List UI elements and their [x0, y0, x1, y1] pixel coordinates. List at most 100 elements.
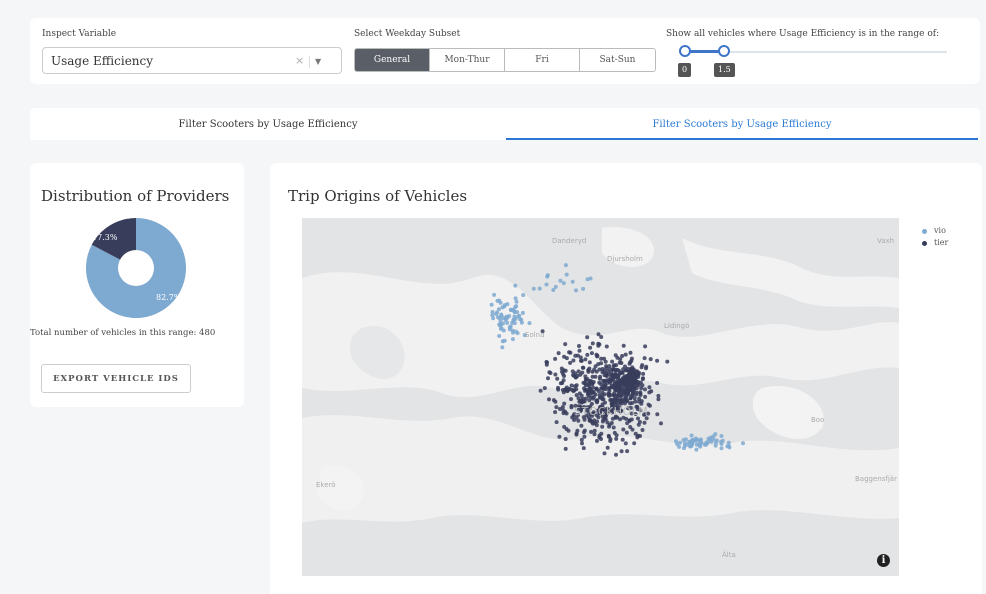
tab-filter-scooters-1[interactable]: Filter Scooters by Usage Efficiency: [30, 108, 506, 140]
trip-origin-point: [562, 401, 567, 406]
trip-origin-point: [681, 438, 686, 442]
trip-origin-point: [569, 397, 573, 402]
trip-origin-point: [609, 370, 614, 375]
trip-origin-point: [623, 441, 628, 446]
trip-origin-point: [545, 273, 550, 278]
trip-origin-point: [579, 393, 584, 398]
trip-origin-point: [711, 437, 716, 442]
trip-origin-point: [562, 374, 566, 378]
trip-origin-point: [639, 399, 644, 404]
trip-origin-point: [640, 377, 645, 381]
trip-origin-point: [557, 434, 562, 439]
trip-origin-point: [647, 385, 652, 390]
trip-origin-point: [538, 388, 543, 393]
info-icon[interactable]: i: [877, 554, 890, 567]
trip-origin-point: [601, 384, 606, 389]
trip-origin-point: [563, 446, 568, 451]
trip-origin-point: [588, 386, 593, 391]
trip-origin-point: [597, 367, 602, 372]
trip-origin-point: [623, 368, 628, 373]
trip-origin-point: [607, 379, 612, 384]
tab-filter-scooters-2[interactable]: Filter Scooters by Usage Efficiency: [506, 108, 978, 140]
trip-origin-point: [590, 421, 595, 426]
trip-origin-point: [560, 369, 564, 374]
weekday-option-fri[interactable]: Fri: [505, 49, 580, 71]
trip-origin-point: [553, 356, 558, 361]
trip-origin-point: [569, 405, 574, 410]
weekday-option-general[interactable]: General: [355, 49, 430, 71]
export-vehicle-ids-button[interactable]: EXPORT VEHICLE IDS: [41, 364, 191, 393]
trip-origin-point: [612, 391, 617, 396]
trip-origin-point: [551, 398, 556, 403]
trip-origin-point: [514, 304, 519, 309]
trip-origin-point: [581, 286, 586, 291]
inspect-variable-label: Inspect Variable: [42, 29, 117, 39]
map-label-danderyd: Danderyd: [552, 237, 587, 245]
trip-origin-point: [639, 365, 644, 370]
weekday-option-sat-sun[interactable]: Sat-Sun: [580, 49, 655, 71]
trip-origin-point: [516, 314, 521, 319]
trip-origin-point: [628, 350, 633, 355]
inspect-variable-select[interactable]: Usage Efficiency × ▼: [42, 47, 342, 74]
trip-origin-point: [632, 441, 637, 446]
trip-origin-point: [635, 435, 640, 440]
legend-dot-vio: [922, 229, 927, 234]
provider-distribution-card: Distribution of Providers 17.3% 82.7% To…: [30, 163, 244, 407]
trip-origin-point: [586, 394, 591, 399]
weekday-option-mon-thur[interactable]: Mon-Thur: [430, 49, 505, 71]
trip-origin-point: [690, 439, 695, 444]
trip-origin-point: [590, 341, 595, 346]
trip-origin-point: [492, 292, 497, 297]
trip-origin-point: [674, 439, 678, 444]
legend-item-vio[interactable]: vio: [920, 225, 948, 237]
chevron-down-icon[interactable]: ▼: [309, 56, 327, 68]
trip-origin-point: [531, 286, 536, 291]
trip-origin-point: [503, 318, 508, 323]
trip-origin-point: [599, 431, 604, 436]
trip-origin-point: [699, 437, 703, 442]
trip-origin-point: [585, 352, 590, 357]
tab-bar: Filter Scooters by Usage Efficiency Filt…: [30, 108, 980, 140]
clear-icon[interactable]: ×: [295, 54, 304, 67]
trip-origin-point: [546, 376, 550, 381]
trip-origin-point: [655, 358, 660, 363]
trip-origin-point: [565, 388, 570, 393]
legend-label-vio: vio: [934, 226, 946, 235]
trip-origin-point: [621, 343, 626, 348]
trip-origin-point: [489, 302, 494, 307]
trip-origin-point: [714, 438, 719, 443]
trip-origin-point: [629, 417, 634, 422]
trip-origin-point: [582, 434, 587, 439]
trip-origin-point: [593, 374, 598, 379]
donut-hole: [118, 250, 154, 286]
trip-origin-point: [697, 442, 701, 447]
trip-origin-point: [556, 351, 561, 356]
trip-origin-point: [600, 424, 605, 429]
trip-origins-map[interactable]: Danderyd Djursholm Vaxh Solna Lidingö ST…: [302, 218, 899, 576]
trip-origin-point: [625, 449, 630, 454]
trip-origin-point: [633, 431, 638, 436]
trip-origin-point: [625, 385, 630, 390]
trip-origin-point: [563, 437, 568, 441]
range-slider-max-handle[interactable]: [718, 45, 730, 57]
range-slider-min-handle[interactable]: [679, 45, 691, 57]
trip-origin-point: [585, 335, 590, 340]
trip-origin-point: [553, 372, 558, 377]
map-legend: vio tier: [920, 225, 948, 249]
trip-origin-point: [641, 371, 646, 376]
trip-origin-point: [720, 438, 725, 443]
map-label-solna: Solna: [525, 331, 545, 339]
trip-origin-point: [495, 310, 500, 315]
trip-origin-point: [579, 423, 584, 428]
trip-origin-point: [604, 344, 609, 349]
legend-item-tier[interactable]: tier: [920, 237, 948, 249]
trip-origin-point: [596, 341, 601, 346]
trip-origin-point: [639, 386, 644, 391]
trip-origin-point: [726, 444, 731, 448]
trip-origin-point: [719, 434, 724, 438]
trip-origin-point: [647, 390, 652, 395]
trip-origin-point: [561, 378, 566, 383]
trip-origin-point: [601, 417, 606, 422]
trip-origin-point: [567, 350, 572, 355]
trip-origin-point: [564, 427, 569, 431]
